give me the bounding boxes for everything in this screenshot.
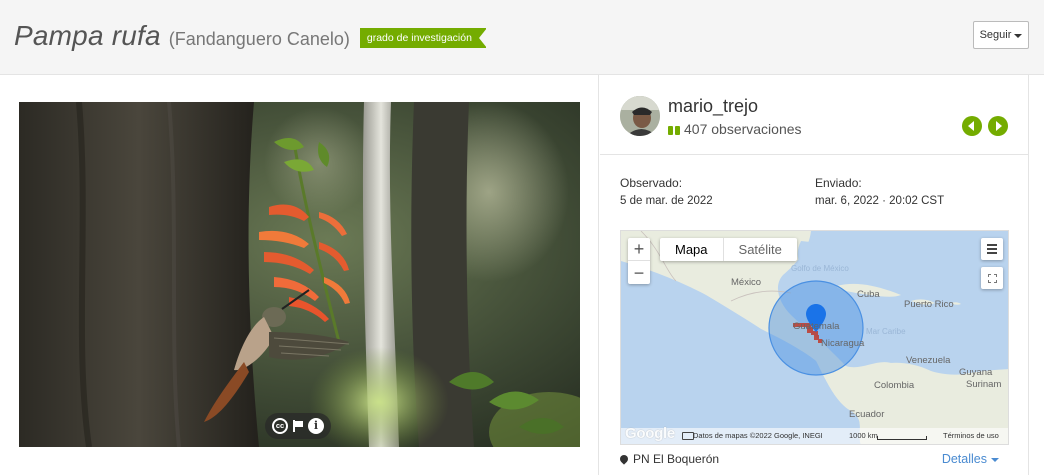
map-label-puerto-rico: Puerto Rico — [904, 299, 954, 310]
zoom-in-button[interactable]: + — [628, 238, 650, 261]
fullscreen-button[interactable] — [981, 267, 1003, 289]
layers-icon — [987, 244, 997, 254]
place-label: PN El Boquerón — [633, 452, 720, 466]
info-icon[interactable]: i — [308, 418, 324, 434]
common-name: (Fandanguero Canelo) — [168, 29, 350, 49]
map-scale-bar — [877, 436, 927, 440]
observation-photo[interactable]: cc i — [19, 102, 580, 447]
dates-section: Observado: 5 de mar. de 2022 Enviado: ma… — [620, 176, 1020, 216]
chevron-down-icon — [1014, 33, 1023, 38]
observed-value: 5 de mar. de 2022 — [620, 195, 713, 207]
fullscreen-icon — [987, 273, 997, 283]
map-label-venezuela: Venezuela — [906, 355, 951, 366]
quality-grade-badge: grado de investigación — [359, 28, 488, 48]
submitted-value: mar. 6, 2022 · 20:02 CST — [815, 195, 945, 207]
map-label-guatemala: Guatemala — [793, 321, 840, 332]
chevron-right-icon — [996, 121, 1002, 131]
map-label-golfo: Golfo de México — [791, 264, 849, 273]
binoculars-icon — [668, 123, 680, 135]
hummingbird-photo-image — [19, 102, 580, 447]
map-type-control: Mapa Satélite — [660, 238, 797, 261]
map-type-map-button[interactable]: Mapa — [660, 238, 723, 261]
map-pin-icon — [618, 453, 630, 465]
map-canvas: México Golfo de México Cuba Puerto Rico … — [621, 231, 1008, 444]
user-avatar[interactable] — [620, 96, 660, 136]
cc-license-icon[interactable]: cc — [272, 418, 288, 434]
photo-panel: cc i — [0, 75, 599, 475]
map-label-cuba: Cuba — [857, 289, 880, 300]
map-label-ecuador: Ecuador — [849, 409, 884, 420]
place-name: PN El Boquerón — [618, 452, 720, 466]
place-row: PN El Boquerón Detalles — [618, 449, 1009, 471]
avatar-image — [620, 96, 660, 136]
observer-row: mario_trejo 407 observaciones — [600, 75, 1029, 155]
map-label-mar-caribe: Mar Caribe — [866, 327, 906, 336]
chevron-left-icon — [968, 121, 974, 131]
previous-observation-button[interactable] — [962, 116, 982, 136]
observations-count: 407 observaciones — [684, 121, 802, 137]
layers-button[interactable] — [981, 238, 1003, 260]
map-label-surinam: Surinam — [966, 379, 1001, 390]
map-attribution: Datos de mapas ©2022 Google, INEGI — [693, 431, 823, 440]
zoom-out-button[interactable]: − — [628, 261, 650, 284]
google-logo[interactable]: Google — [625, 425, 675, 442]
observed-label: Observado: — [620, 176, 683, 190]
submitted-label: Enviado: — [815, 176, 862, 190]
scientific-name-link[interactable]: Pampa rufa — [14, 20, 161, 52]
observation-details-panel: mario_trejo 407 observaciones Observado:… — [600, 75, 1029, 475]
map-label-nicaragua: Nicaragua — [821, 338, 865, 349]
details-dropdown[interactable]: Detalles — [942, 452, 999, 466]
username-link[interactable]: mario_trejo — [668, 96, 758, 117]
follow-button[interactable]: Seguir — [973, 21, 1029, 49]
observations-count-link[interactable]: 407 observaciones — [668, 121, 802, 137]
map-scale-label: 1000 km — [849, 431, 878, 440]
next-observation-button[interactable] — [988, 116, 1008, 136]
map-label-colombia: Colombia — [874, 380, 915, 391]
submitted-date: Enviado: mar. 6, 2022 · 20:02 CST — [815, 176, 944, 207]
location-map[interactable]: México Golfo de México Cuba Puerto Rico … — [620, 230, 1009, 445]
follow-label: Seguir — [979, 29, 1012, 41]
taxon-title: Pampa rufa (Fandanguero Canelo) grado de… — [14, 20, 488, 52]
map-label-guyana: Guyana — [959, 367, 993, 378]
map-type-satellite-button[interactable]: Satélite — [722, 238, 797, 261]
zoom-controls: + − — [628, 238, 650, 284]
details-label: Detalles — [941, 452, 987, 466]
flag-icon[interactable] — [292, 420, 304, 432]
chevron-down-icon — [991, 457, 999, 462]
observation-header: Pampa rufa (Fandanguero Canelo) grado de… — [0, 0, 1044, 75]
map-label-mexico: México — [731, 277, 761, 288]
photo-controls: cc i — [265, 413, 331, 439]
map-terms-link[interactable]: Términos de uso — [943, 431, 999, 440]
map-footer: Google Datos de mapas ©2022 Google, INEG… — [621, 425, 1008, 444]
observed-date: Observado: 5 de mar. de 2022 — [620, 176, 713, 207]
